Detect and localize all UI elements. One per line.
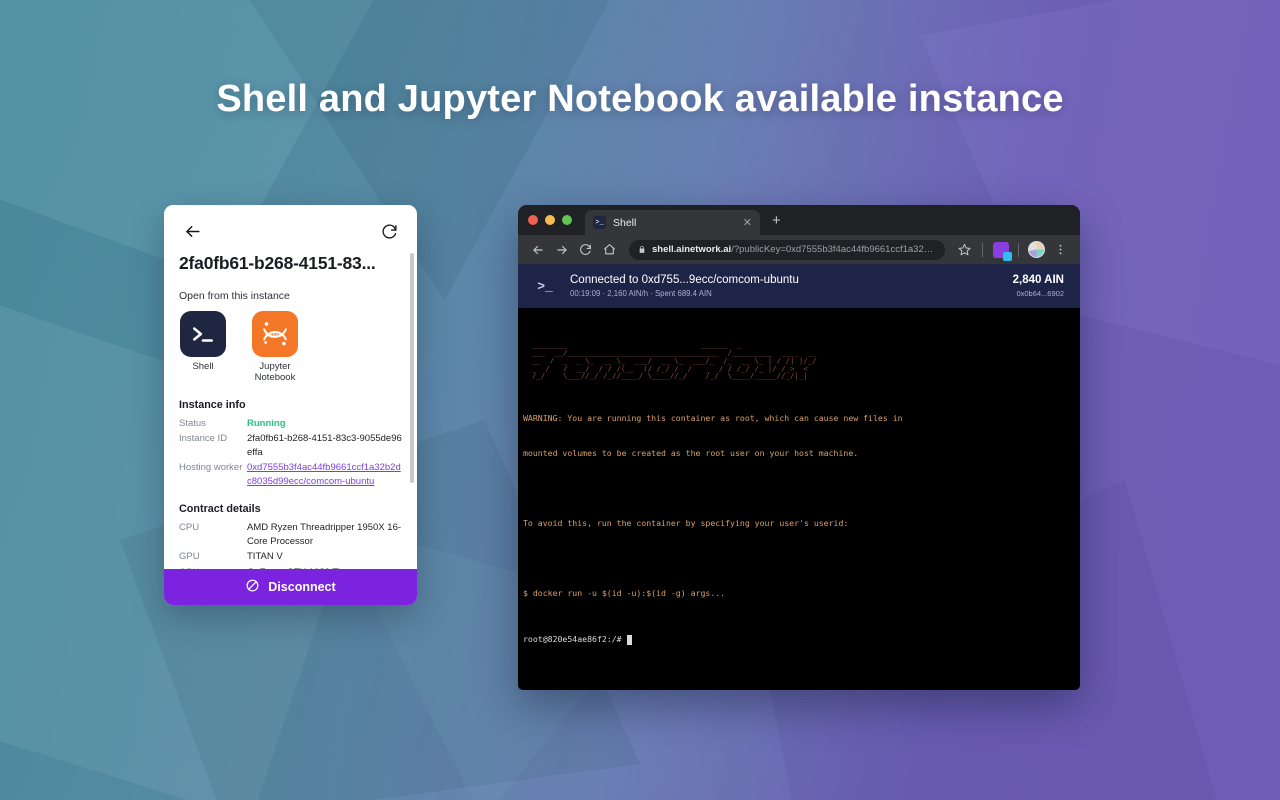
info-row-hosting-worker: Hosting worker 0xd7555b3f4ac44fb9661ccf1…	[179, 461, 402, 488]
kebab-menu-icon[interactable]	[1050, 239, 1071, 260]
open-from-instance-label: Open from this instance	[179, 290, 290, 302]
tensorflow-ascii-banner: ________ ______ _ ___ __/_______________…	[531, 340, 817, 381]
close-window-button[interactable]	[528, 215, 538, 225]
contract-key: CPU	[179, 522, 200, 534]
back-icon[interactable]	[527, 239, 548, 260]
panel-toolbar	[179, 205, 402, 251]
instance-panel: 2fa0fb61-b268-4151-83... Open from this …	[164, 205, 417, 605]
shell-prompt-icon	[180, 311, 226, 357]
close-icon[interactable]: ✕	[743, 216, 752, 229]
instance-info-heading: Instance info	[179, 398, 246, 411]
home-icon[interactable]	[599, 239, 620, 260]
status-badge: Running	[247, 417, 286, 429]
tab-title: Shell	[613, 216, 637, 229]
reload-icon[interactable]	[575, 239, 596, 260]
connection-info: Connected to 0xd755...9ecc/comcom-ubuntu…	[570, 274, 1001, 298]
address-bar-path: /?publicKey=0xd7555b3f4ac44fb9661ccf1a32…	[731, 244, 936, 255]
wallet-balance: 2,840 AIN	[1012, 274, 1064, 286]
page-title: Shell and Jupyter Notebook available ins…	[216, 78, 1064, 120]
terminal-prompt-text: root@820e54ae86f2:/#	[523, 633, 622, 644]
connection-stats: 00:19:09 · 2,160 AIN/h · Spent 689.4 AIN	[570, 289, 712, 298]
panel-scrollbar-thumb[interactable]	[409, 253, 414, 483]
instance-panel-scroll-area[interactable]: 2fa0fb61-b268-4151-83... Open from this …	[164, 205, 417, 569]
browser-tab-shell[interactable]: >_ Shell ✕	[585, 210, 760, 235]
info-key: Instance ID	[179, 433, 228, 445]
info-row-instance-id: Instance ID 2fa0fb61-b268-4151-83c3-9055…	[179, 432, 402, 459]
app-label-shell: Shell	[192, 361, 214, 372]
shell-prompt-icon: >_	[593, 216, 606, 229]
app-jupyter-notebook[interactable]: jupyter Jupyter Notebook	[251, 311, 299, 384]
shell-prompt-icon: >_	[537, 278, 553, 294]
minimize-window-button[interactable]	[545, 215, 555, 225]
svg-text:jupyter: jupyter	[264, 332, 285, 339]
contract-key: GPU	[179, 566, 247, 569]
terminal-line: mounted volumes to be created as the roo…	[523, 448, 859, 459]
info-key: Status	[179, 417, 206, 429]
contract-value: TITAN V	[247, 551, 283, 563]
contract-details-heading: Contract details	[179, 503, 261, 516]
refresh-icon[interactable]	[376, 218, 402, 244]
contract-row-gpu-1: GPU TITAN V	[179, 550, 402, 563]
info-key: Hosting worker	[179, 462, 243, 474]
info-value: 2fa0fb61-b268-4151-83c3-9055de96effa	[247, 433, 402, 458]
terminal-cursor	[626, 634, 632, 645]
terminal-line: $ docker run -u $(id -u):$(id -g) args..…	[523, 587, 726, 598]
shell-connection-status-bar: >_ Connected to 0xd755...9ecc/comcom-ubu…	[518, 264, 1080, 308]
info-row-status: Status Running	[179, 417, 402, 430]
contract-value: AMD Ryzen Threadripper 1950X 16-Core Pro…	[247, 522, 402, 547]
wallet-info: 2,840 AIN 0x0b64...6902	[1013, 274, 1064, 298]
disconnect-button[interactable]: Disconnect	[164, 569, 417, 605]
maximize-window-button[interactable]	[562, 215, 572, 225]
address-bar[interactable]: shell.ainetwork.ai/?publicKey=0xd7555b3f…	[629, 239, 945, 260]
app-label-jupyter: Jupyter Notebook	[254, 361, 296, 383]
jupyter-logo-icon: jupyter	[252, 311, 298, 357]
terminal-prompt-line[interactable]: root@820e54ae86f2:/#	[523, 634, 1072, 646]
extension-icon[interactable]	[990, 239, 1012, 261]
browser-toolbar: shell.ainetwork.ai/?publicKey=0xd7555b3f…	[518, 235, 1080, 264]
terminal-output[interactable]: ________ ______ _ ___ __/_______________…	[518, 308, 1080, 690]
toolbar-divider	[982, 242, 983, 257]
back-icon[interactable]	[179, 218, 205, 244]
connection-title: Connected to 0xd755...9ecc/comcom-ubuntu	[570, 274, 799, 286]
star-icon[interactable]	[954, 239, 975, 260]
instance-id-title: 2fa0fb61-b268-4151-83...	[179, 253, 376, 273]
disconnect-icon	[245, 578, 260, 596]
contract-key: GPU	[179, 551, 200, 563]
wallet-address: 0x0b64...6902	[1016, 289, 1064, 298]
contract-row-gpu-2: GPU GeForce GTX 1080 Ti	[179, 566, 402, 569]
toolbar-divider	[1018, 242, 1019, 257]
address-bar-url: shell.ainetwork.ai/?publicKey=0xd7555b3f…	[652, 244, 936, 255]
contract-value: GeForce GTX 1080 Ti	[247, 566, 402, 569]
app-shell[interactable]: Shell	[179, 311, 227, 384]
address-bar-domain: shell.ainetwork.ai	[652, 244, 732, 255]
disconnect-label: Disconnect	[268, 580, 336, 594]
browser-tabstrip: >_ Shell ✕ +	[518, 205, 1080, 235]
terminal-line: To avoid this, run the container by spec…	[523, 518, 849, 529]
window-controls	[528, 205, 585, 235]
lock-icon	[638, 241, 646, 259]
hosting-worker-link[interactable]: 0xd7555b3f4ac44fb9661ccf1a32b2dc8035d99e…	[247, 461, 402, 488]
new-tab-button[interactable]: +	[760, 208, 791, 235]
terminal-line: WARNING: You are running this container …	[523, 413, 903, 424]
contract-row-cpu: CPU AMD Ryzen Threadripper 1950X 16-Core…	[179, 521, 402, 548]
desktop-background: Shell and Jupyter Notebook available ins…	[0, 0, 1280, 800]
avatar-icon[interactable]	[1026, 239, 1047, 260]
forward-icon[interactable]	[551, 239, 572, 260]
instance-apps-list: Shell jupyter Jupyter Notebook	[179, 311, 402, 384]
browser-window: >_ Shell ✕ + shell.ainetwork.ai/?publicK…	[518, 205, 1080, 690]
